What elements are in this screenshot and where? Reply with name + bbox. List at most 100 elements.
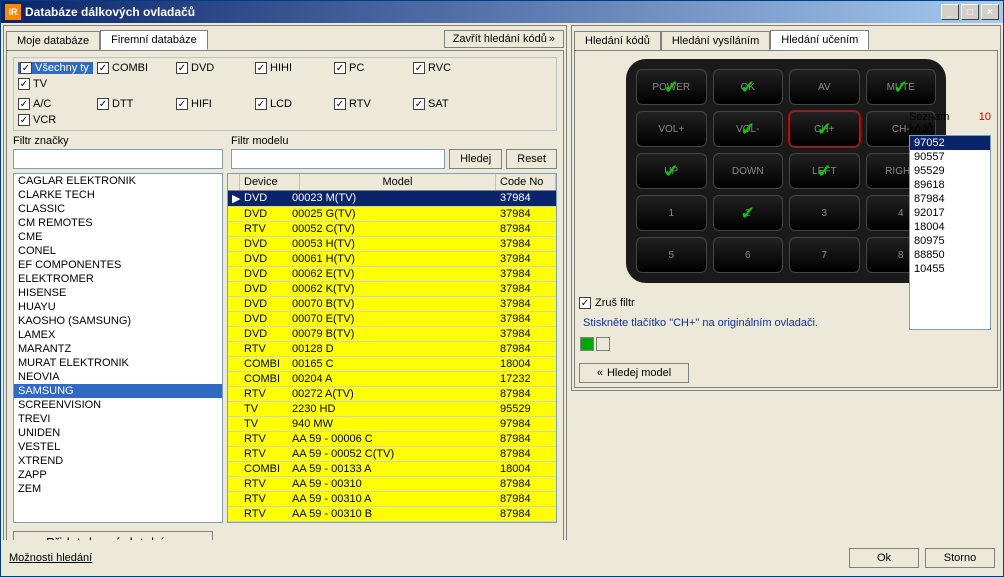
col-device[interactable]: Device: [240, 174, 300, 190]
table-row[interactable]: DVD00053 H(TV)37984: [228, 237, 556, 252]
table-row[interactable]: ▶DVD00023 M(TV)37984: [228, 191, 556, 207]
table-body[interactable]: ▶DVD00023 M(TV)37984DVD00025 G(TV)37984R…: [228, 191, 556, 522]
brand-item[interactable]: CM REMOTES: [14, 216, 222, 230]
remote-button-vol[interactable]: VOL-: [713, 111, 784, 147]
type-checkbox-vcr[interactable]: ✓VCR: [18, 114, 93, 126]
remote-button-1[interactable]: 1: [636, 195, 707, 231]
brand-item[interactable]: MARANTZ: [14, 342, 222, 356]
table-row[interactable]: RTVAA 59 - 00310 B87984: [228, 507, 556, 522]
table-row[interactable]: RTVAA 59 - 00052 C(TV)87984: [228, 447, 556, 462]
remote-button-power[interactable]: POWER: [636, 69, 707, 105]
table-row[interactable]: RTV00052 C(TV)87984: [228, 222, 556, 237]
table-row[interactable]: DVD00062 E(TV)37984: [228, 267, 556, 282]
col-model[interactable]: Model: [300, 174, 496, 190]
code-list[interactable]: 9705290557955298961887984920171800480975…: [909, 135, 991, 330]
ok-button[interactable]: Ok: [849, 548, 919, 568]
brand-item[interactable]: CAGLAR ELEKTRONIK: [14, 174, 222, 188]
type-checkbox-vechnyty[interactable]: ✓Všechny ty: [18, 62, 93, 74]
code-item[interactable]: 90557: [910, 150, 990, 164]
table-row[interactable]: RTVAA 59 - 00006 C87984: [228, 432, 556, 447]
code-item[interactable]: 18004: [910, 220, 990, 234]
code-item[interactable]: 95529: [910, 164, 990, 178]
code-item[interactable]: 87984: [910, 192, 990, 206]
brand-item[interactable]: CLARKE TECH: [14, 188, 222, 202]
brand-item[interactable]: ZEM: [14, 482, 222, 496]
brand-item[interactable]: TREVI: [14, 412, 222, 426]
remote-button-ok[interactable]: OK: [713, 69, 784, 105]
tab-search-learn[interactable]: Hledání učením: [770, 30, 869, 50]
brand-item[interactable]: ELEKTROMER: [14, 272, 222, 286]
close-code-search-button[interactable]: Zavřít hledání kódů»: [444, 30, 564, 48]
brand-item[interactable]: NEOVIA: [14, 370, 222, 384]
brand-filter-input[interactable]: [13, 149, 223, 169]
type-checkbox-rtv[interactable]: ✓RTV: [334, 98, 409, 110]
brand-item[interactable]: SCREENVISION: [14, 398, 222, 412]
code-item[interactable]: 10455: [910, 262, 990, 276]
tab-firm-db[interactable]: Firemní databáze: [100, 30, 208, 50]
table-row[interactable]: DVD00070 E(TV)37984: [228, 312, 556, 327]
type-checkbox-pc[interactable]: ✓PC: [334, 62, 409, 74]
brand-item[interactable]: CONEL: [14, 244, 222, 258]
close-button[interactable]: ×: [981, 4, 999, 20]
type-checkbox-hihi[interactable]: ✓HIHI: [255, 62, 330, 74]
table-row[interactable]: COMBI00165 C18004: [228, 357, 556, 372]
brand-item[interactable]: SAMSUNG: [14, 384, 222, 398]
maximize-button[interactable]: □: [961, 4, 979, 20]
remote-button-down[interactable]: DOWN: [713, 153, 784, 189]
reset-button[interactable]: Reset: [506, 149, 557, 169]
remote-button-ch[interactable]: CH+: [789, 111, 860, 147]
remote-button-av[interactable]: AV: [789, 69, 860, 105]
table-row[interactable]: COMBIAA 59 - 00133 A18004: [228, 462, 556, 477]
table-row[interactable]: DVD00061 H(TV)37984: [228, 252, 556, 267]
type-checkbox-combi[interactable]: ✓COMBI: [97, 62, 172, 74]
type-checkbox-lcd[interactable]: ✓LCD: [255, 98, 330, 110]
tab-my-db[interactable]: Moje databáze: [6, 31, 100, 50]
model-filter-input[interactable]: [231, 149, 445, 169]
brand-item[interactable]: KAOSHO (SAMSUNG): [14, 314, 222, 328]
code-item[interactable]: 80975: [910, 234, 990, 248]
remote-button-mute[interactable]: MUTE: [866, 69, 937, 105]
minimize-button[interactable]: _: [941, 4, 959, 20]
table-row[interactable]: DVD00079 B(TV)37984: [228, 327, 556, 342]
search-model-button[interactable]: « Hledej model: [579, 363, 689, 383]
brand-list[interactable]: CAGLAR ELEKTRONIKCLARKE TECHCLASSICCM RE…: [13, 173, 223, 523]
brand-item[interactable]: UNIDEN: [14, 426, 222, 440]
search-options-link[interactable]: Možnosti hledání: [9, 552, 92, 564]
remote-button-vol[interactable]: VOL+: [636, 111, 707, 147]
table-row[interactable]: RTV00272 A(TV)87984: [228, 387, 556, 402]
type-checkbox-hifi[interactable]: ✓HIFI: [176, 98, 251, 110]
table-row[interactable]: DVD00062 K(TV)37984: [228, 282, 556, 297]
brand-item[interactable]: CME: [14, 230, 222, 244]
brand-item[interactable]: EF COMPONENTES: [14, 258, 222, 272]
brand-item[interactable]: MURAT ELEKTRONIK: [14, 356, 222, 370]
type-checkbox-sat[interactable]: ✓SAT: [413, 98, 488, 110]
type-checkbox-dtt[interactable]: ✓DTT: [97, 98, 172, 110]
brand-item[interactable]: XTREND: [14, 454, 222, 468]
type-checkbox-rvc[interactable]: ✓RVC: [413, 62, 488, 74]
remote-button-left[interactable]: LEFT: [789, 153, 860, 189]
brand-item[interactable]: HISENSE: [14, 286, 222, 300]
brand-item[interactable]: LAMEX: [14, 328, 222, 342]
table-row[interactable]: TV940 MW97984: [228, 417, 556, 432]
brand-item[interactable]: HUAYU: [14, 300, 222, 314]
col-code[interactable]: Code No: [496, 174, 556, 190]
table-row[interactable]: RTVAA 59 - 0031087984: [228, 477, 556, 492]
code-item[interactable]: 88850: [910, 248, 990, 262]
remote-button-up[interactable]: UP: [636, 153, 707, 189]
table-row[interactable]: DVD00025 G(TV)37984: [228, 207, 556, 222]
table-row[interactable]: COMBI00204 A17232: [228, 372, 556, 387]
code-item[interactable]: 97052: [910, 136, 990, 150]
cancel-filter-checkbox[interactable]: ✓: [579, 297, 591, 309]
brand-item[interactable]: ZAPP: [14, 468, 222, 482]
cancel-button[interactable]: Storno: [925, 548, 995, 568]
code-item[interactable]: 92017: [910, 206, 990, 220]
table-row[interactable]: RTVAA 59 - 00310 A87984: [228, 492, 556, 507]
table-row[interactable]: RTV00128 D87984: [228, 342, 556, 357]
brand-item[interactable]: CLASSIC: [14, 202, 222, 216]
add-to-my-db-button[interactable]: Přidat do mé databáze: [13, 531, 213, 540]
table-row[interactable]: DVD00070 B(TV)37984: [228, 297, 556, 312]
table-row[interactable]: TV2230 HD95529: [228, 402, 556, 417]
remote-button-5[interactable]: 5: [636, 237, 707, 273]
remote-button-2[interactable]: 2: [713, 195, 784, 231]
remote-button-3[interactable]: 3: [789, 195, 860, 231]
